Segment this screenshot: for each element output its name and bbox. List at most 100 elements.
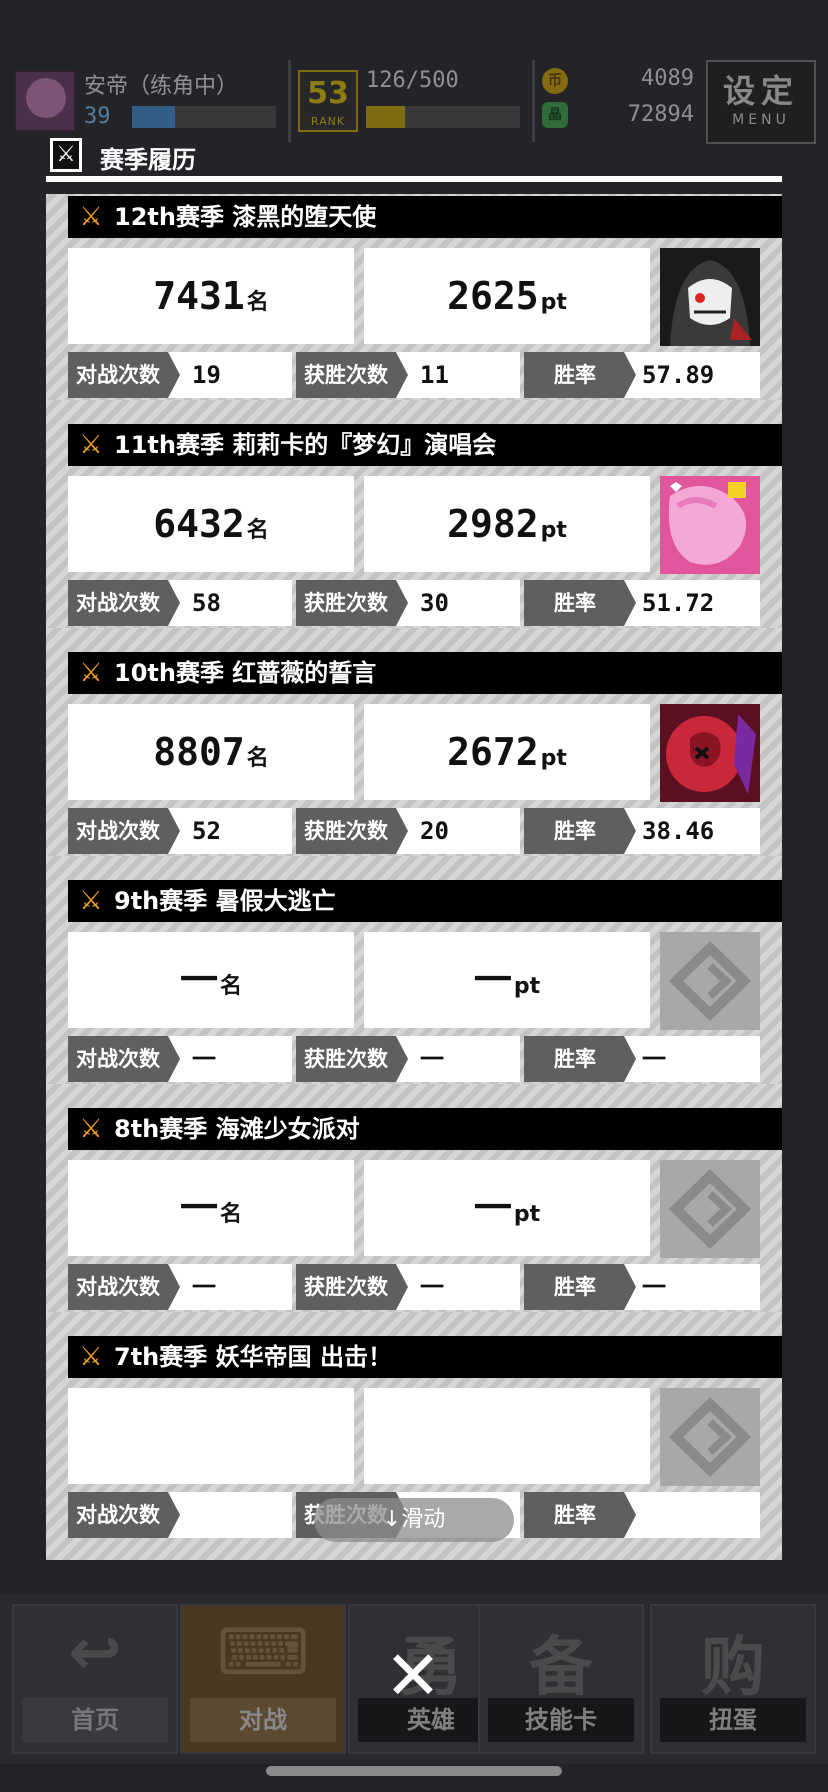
season-portrait-icon bbox=[660, 932, 760, 1030]
scroll-hint: ↓滑动 bbox=[314, 1498, 514, 1542]
points-unit: pt bbox=[540, 290, 567, 315]
rank-text: RANK bbox=[310, 115, 346, 128]
win-rate-label: 胜率 bbox=[524, 1036, 636, 1082]
rank-progress-bar bbox=[366, 106, 520, 128]
wins-label: 获胜次数 bbox=[296, 808, 408, 854]
wins-label: 获胜次数 bbox=[296, 352, 408, 398]
win-rate-label: 胜率 bbox=[524, 808, 636, 854]
season-title-text: 10th赛季 红蔷薇的誓言 bbox=[114, 659, 377, 687]
wins-value: 20 bbox=[420, 817, 449, 845]
win-rate-stat: 胜率 57.89 bbox=[524, 352, 760, 398]
season-title-text: 9th赛季 暑假大逃亡 bbox=[114, 887, 336, 915]
season-title-text: 11th赛季 莉莉卡的『梦幻』演唱会 bbox=[114, 431, 497, 459]
battles-label: 对战次数 bbox=[68, 1492, 180, 1538]
season-card[interactable]: ⚔ 11th赛季 莉莉卡的『梦幻』演唱会 6432名 2982pt 对战次数 5… bbox=[46, 400, 782, 648]
nav-home[interactable]: ↩ 首页 bbox=[12, 1604, 178, 1754]
rank-badge[interactable]: 53 RANK bbox=[298, 70, 358, 132]
points-value: 2982 bbox=[447, 502, 539, 546]
season-title: ⚔ 10th赛季 红蔷薇的誓言 bbox=[68, 652, 782, 694]
rank-value: 一 bbox=[179, 1186, 218, 1230]
crossed-swords-icon: ⚔ bbox=[79, 202, 103, 232]
season-stats: 对战次数 52 获胜次数 20 胜率 38.46 bbox=[68, 808, 760, 854]
rank-unit: 名 bbox=[246, 290, 269, 315]
crossed-swords-icon: ⚔ bbox=[79, 1114, 103, 1144]
wins-value: 一 bbox=[420, 1273, 444, 1301]
rank-number: 53 bbox=[307, 76, 349, 111]
rank-value: 7431 bbox=[153, 274, 245, 318]
wins-label: 获胜次数 bbox=[296, 580, 408, 626]
close-icon[interactable]: ✕ bbox=[378, 1642, 448, 1712]
nav-home-label: 首页 bbox=[22, 1698, 168, 1742]
battles-value: 52 bbox=[192, 817, 221, 845]
wins-stat: 获胜次数 一 bbox=[296, 1264, 520, 1310]
battles-stat: 对战次数 19 bbox=[68, 352, 292, 398]
season-card[interactable]: ⚔ 10th赛季 红蔷薇的誓言 8807名 2672pt 对战次数 52 获胜次… bbox=[46, 628, 782, 876]
wins-stat: 获胜次数 一 bbox=[296, 1036, 520, 1082]
rank-value: 一 bbox=[179, 958, 218, 1002]
battles-stat: 对战次数 一 bbox=[68, 1264, 292, 1310]
return-arrow-icon: ↩ bbox=[68, 1616, 122, 1690]
nav-skill-cards[interactable]: 备 技能卡 bbox=[478, 1604, 644, 1754]
season-points bbox=[364, 1388, 650, 1484]
modal-title: 赛季履历 bbox=[100, 146, 196, 174]
season-portrait-icon bbox=[660, 248, 760, 346]
gem-count: 72894 bbox=[627, 102, 694, 127]
season-title: ⚔ 8th赛季 海滩少女派对 bbox=[68, 1108, 782, 1150]
rank-unit: 名 bbox=[246, 746, 269, 771]
season-points: 2625pt bbox=[364, 248, 650, 344]
win-rate-stat: 胜率 38.46 bbox=[524, 808, 760, 854]
season-points: 2982pt bbox=[364, 476, 650, 572]
season-history-list[interactable]: ⚔ 12th赛季 漆黑的堕天使 7431名 2625pt 对战次数 19 获胜次… bbox=[46, 194, 782, 1596]
points-value: 2625 bbox=[447, 274, 539, 318]
season-title: ⚔ 7th赛季 妖华帝国 出击！ bbox=[68, 1336, 782, 1378]
season-rank: 8807名 bbox=[68, 704, 354, 800]
settings-sub-label: MENU bbox=[732, 112, 790, 128]
battles-value: 58 bbox=[192, 589, 221, 617]
battles-value: 一 bbox=[192, 1045, 216, 1073]
title-underline bbox=[46, 176, 782, 182]
season-points: 2672pt bbox=[364, 704, 650, 800]
wins-value: 11 bbox=[420, 361, 449, 389]
season-card[interactable]: ⚔ 8th赛季 海滩少女派对 一名 一pt 对战次数 一 获胜次数 一 胜率 一 bbox=[46, 1084, 782, 1332]
season-portrait-icon bbox=[660, 1388, 760, 1486]
win-rate-stat: 胜率 51.72 bbox=[524, 580, 760, 626]
win-rate-stat: 胜率 一 bbox=[524, 1036, 760, 1082]
modal-header: ⚔ 赛季履历 bbox=[46, 134, 782, 182]
nav-battle[interactable]: ⌨ 对战 bbox=[180, 1604, 346, 1754]
level-progress-bar bbox=[132, 106, 276, 128]
coin-count: 4089 bbox=[641, 66, 694, 91]
gacha-icon: 购 bbox=[701, 1631, 765, 1705]
season-points: 一pt bbox=[364, 1160, 650, 1256]
settings-button[interactable]: 设定 MENU bbox=[706, 60, 816, 144]
season-title: ⚔ 9th赛季 暑假大逃亡 bbox=[68, 880, 782, 922]
win-rate-label: 胜率 bbox=[524, 1264, 636, 1310]
battles-stat: 对战次数 bbox=[68, 1492, 292, 1538]
season-portrait-icon bbox=[660, 1160, 760, 1258]
gamepad-icon: ⌨ bbox=[216, 1616, 310, 1690]
nav-gacha-label: 扭蛋 bbox=[660, 1698, 806, 1742]
battles-label: 对战次数 bbox=[68, 352, 180, 398]
crossed-swords-box-icon: ⚔ bbox=[50, 138, 82, 172]
season-stats: 对战次数 一 获胜次数 一 胜率 一 bbox=[68, 1036, 760, 1082]
win-rate-value: 57.89 bbox=[642, 361, 715, 389]
cards-icon: 备 bbox=[529, 1631, 593, 1705]
rank-unit: 名 bbox=[220, 974, 243, 999]
season-card[interactable]: ⚔ 9th赛季 暑假大逃亡 一名 一pt 对战次数 一 获胜次数 一 胜率 一 bbox=[46, 856, 782, 1104]
player-avatar[interactable] bbox=[14, 70, 76, 132]
season-title-text: 7th赛季 妖华帝国 出击！ bbox=[114, 1343, 392, 1371]
coin-icon: 币 bbox=[542, 68, 568, 94]
win-rate-label: 胜率 bbox=[524, 1492, 636, 1538]
points-value: 一 bbox=[473, 1186, 512, 1230]
nav-gacha[interactable]: 购 扭蛋 bbox=[650, 1604, 816, 1754]
battles-value: 19 bbox=[192, 361, 221, 389]
season-card[interactable]: ⚔ 12th赛季 漆黑的堕天使 7431名 2625pt 对战次数 19 获胜次… bbox=[46, 194, 782, 420]
battles-label: 对战次数 bbox=[68, 1264, 180, 1310]
nav-skill-cards-label: 技能卡 bbox=[488, 1698, 634, 1742]
season-rank: 7431名 bbox=[68, 248, 354, 344]
win-rate-stat: 胜率 bbox=[524, 1492, 760, 1538]
points-value: 一 bbox=[473, 958, 512, 1002]
wins-label: 获胜次数 bbox=[296, 1264, 408, 1310]
battles-stat: 对战次数 58 bbox=[68, 580, 292, 626]
points-unit: pt bbox=[513, 974, 541, 999]
rank-value: 8807 bbox=[153, 730, 245, 774]
